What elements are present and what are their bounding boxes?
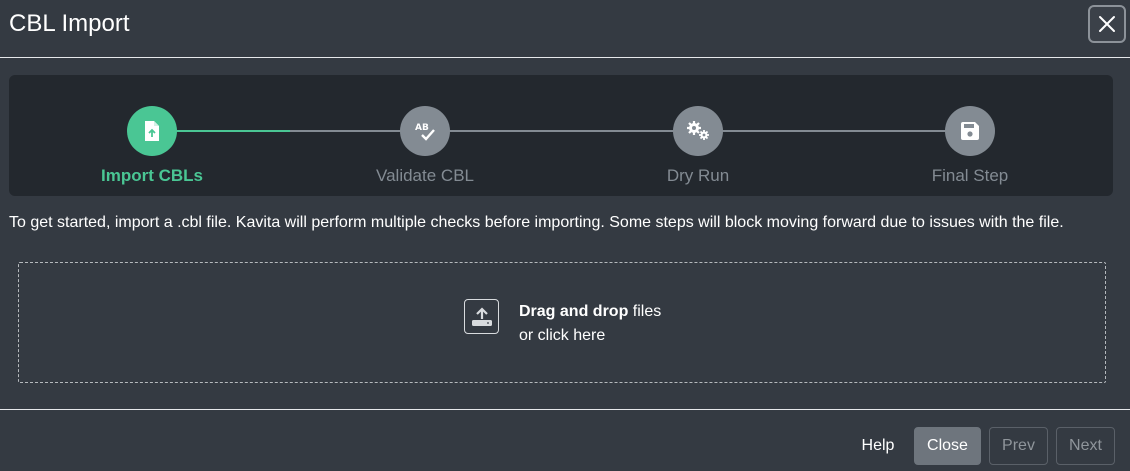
intro-text: To get started, import a .cbl file. Kavi… <box>9 214 1064 231</box>
modal-title: CBL Import <box>9 10 130 37</box>
step-validate-cbl: AB Validate CBL <box>365 106 485 186</box>
close-dialog-button[interactable] <box>1088 5 1126 43</box>
gears-icon <box>687 121 709 140</box>
dropzone-bold-text: Drag and drop <box>519 303 629 320</box>
prev-button[interactable]: Prev <box>989 427 1048 465</box>
next-button[interactable]: Next <box>1056 427 1115 465</box>
floppy-disk-icon <box>961 122 979 140</box>
stepper: Import CBLs AB Validate CBL Dry Run Fina… <box>9 75 1113 196</box>
step-final-step: Final Step <box>910 106 1030 186</box>
step-label: Final Step <box>931 166 1009 185</box>
modal-footer: Help Close Prev Next <box>0 409 1130 471</box>
close-button[interactable]: Close <box>914 427 981 465</box>
file-dropzone[interactable]: Drag and drop files or click here <box>18 262 1106 383</box>
dropzone-text-suffix: files <box>628 303 662 320</box>
step-label: Validate CBL <box>376 166 474 185</box>
close-icon <box>1099 16 1115 32</box>
file-upload-icon <box>145 121 159 141</box>
upload-icon <box>464 299 499 334</box>
step-label: Import CBLs <box>101 166 203 185</box>
spell-check-icon: AB <box>415 123 435 141</box>
step-label: Dry Run <box>666 166 730 185</box>
svg-text:AB: AB <box>415 123 429 133</box>
modal-header: CBL Import <box>0 0 1130 58</box>
dropzone-text: Drag and drop files or click here <box>519 300 661 348</box>
step-import-cbls: Import CBLs <box>92 106 212 186</box>
step-dry-run: Dry Run <box>638 106 758 186</box>
help-button[interactable]: Help <box>848 427 908 465</box>
dropzone-click-text: or click here <box>519 327 606 344</box>
